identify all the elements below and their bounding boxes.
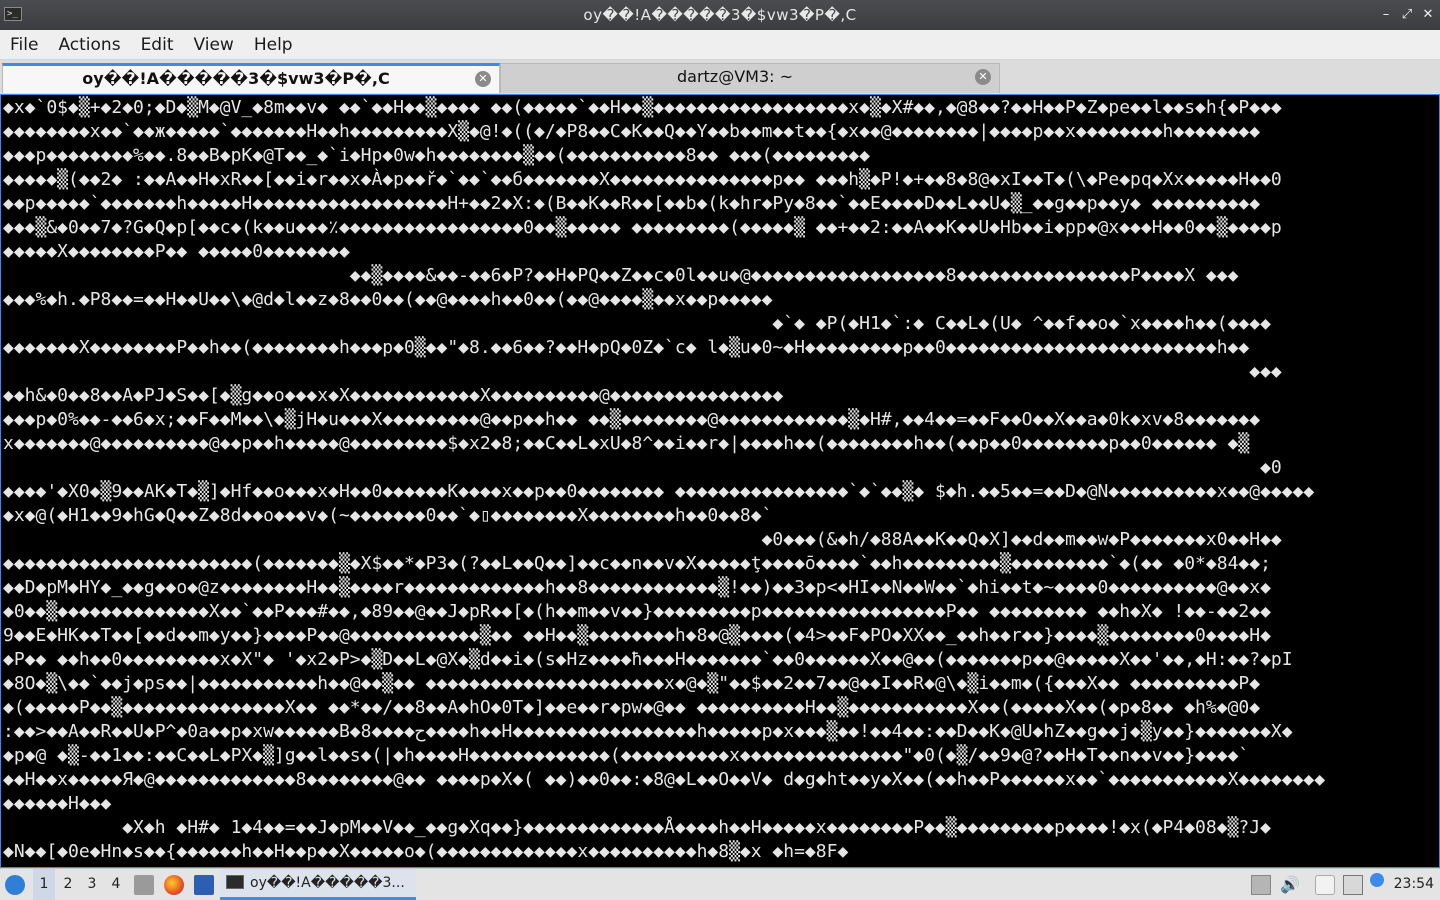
terminal-line: ◆◆◆	[3, 361, 1282, 382]
terminal-line: ◆◆◆p◆◆◆◆◆◆◆◆%◆◆.8◆◆B◆pK◆@T◆◆_◆`i◆Hp◆0w◆h…	[3, 145, 870, 166]
terminal-line: ◆0◆◆▒◆◆◆◆◆◆◆◆◆◆◆◆◆◆X◆◆`◆◆P◆◆◆#◆◆,◆89◆◆@◆…	[3, 601, 1271, 622]
terminal-line: ◆◆H◆◆x◆◆◆◆◆Я◆@◆◆◆◆◆◆◆◆◆◆◆◆◆8◆◆◆◆◆◆◆◆@◆◆ …	[3, 769, 1326, 790]
terminal-line: ◆◆◆◆◆▒(◆◆2◆ :◆◆A◆◆H◆xR◆◆[◆◆i◆r◆◆x◆À◆p◆◆ř…	[3, 169, 1282, 190]
task-label: oy��!A�����3...	[250, 875, 405, 891]
terminal-line: ◆◆h&◆0◆◆8◆◆A◆PJ◆S◆◆[◆▒g◆◆o◆◆◆x◆X◆◆◆◆◆◆◆◆…	[3, 385, 784, 406]
file-manager-icon[interactable]	[134, 875, 154, 895]
start-menu-icon[interactable]	[5, 875, 25, 895]
terminal-line: ◆0◆◆◆(&◆h/◆88A◆◆K◆◆Q◆X]◆◆d◆◆m◆◆w◆P◆◆◆◆◆◆…	[3, 529, 1282, 550]
terminal-line: :◆◆>◆◆A◆◆R◆◆U◆P^◆0a◆◆p◆xw◆◆◆◆◆◆B◆8◆◆◆◆ح◆…	[3, 721, 1293, 742]
terminal-line: ◆(◆◆◆◆◆P◆◆▒◆◆◆◆◆◆◆◆◆◆◆◆◆◆◆X◆◆ ◆◆*◆◆/◆◆8◆…	[3, 697, 1261, 718]
terminal-line: ◆◆p◆◆◆◆◆`◆◆◆◆◆◆◆h◆◆◆◆◆H◆◆◆◆◆◆◆◆◆◆◆◆◆◆◆◆◆…	[3, 193, 1261, 214]
terminal-line: ◆◆D◆pM◆HY◆_◆◆g◆◆o◆@z◆◆◆◆◆◆◆◆H◆◆▒◆◆◆◆r◆◆◆…	[3, 577, 1271, 598]
terminal-line: 9◆◆E◆HK◆◆T◆◆[◆◆d◆◆m◆y◆◆}◆◆◆◆P◆◆@◆◆◆◆◆◆◆◆…	[3, 625, 1271, 646]
menu-actions[interactable]: Actions	[48, 30, 130, 60]
terminal-line: ◆◆◆◆'◆X0◆▒9◆◆AK◆T◆▒]◆Hf◆◆o◆◆◆x◆H◆◆0◆◆◆◆◆…	[3, 481, 1315, 502]
minimize-button[interactable]: –	[1376, 5, 1396, 25]
maximize-button[interactable]: ⤢	[1397, 5, 1417, 25]
task-terminal-window[interactable]: oy��!A�����3...	[220, 869, 416, 900]
terminal-line: ◆8O◆▒\◆◆`◆◆j◆ps◆◆|◆◆◆◆◆◆◆◆◆◆◆h◆◆@◆◆▒◆◆ ◆…	[3, 673, 1261, 694]
notes-icon[interactable]	[1315, 875, 1335, 895]
menu-file[interactable]: File	[0, 30, 48, 60]
terminal-line: ◆p◆@ ◆▒-◆◆1◆◆:◆◆C◆◆L◆PX◆▒]g◆◆l◆◆s◆(|◆h◆◆…	[3, 745, 1250, 766]
tab-current-terminal[interactable]: oy��!A�����3�$vw3�P�,C ✕	[2, 63, 500, 93]
menu-help[interactable]: Help	[244, 30, 303, 60]
firefox-icon[interactable]	[164, 875, 184, 895]
terminal-line: x◆◆◆◆◆◆◆@◆◆◆◆◆◆◆◆◆◆@◆◆p◆◆h◆◆◆◆◆@◆◆◆◆◆◆◆◆…	[3, 433, 1250, 454]
taskbar: 1 2 3 4 oy��!A�����3... 🔊 23:54	[0, 868, 1440, 900]
terminal-line: ◆◆◆◆◆◆H◆◆◆	[3, 793, 112, 814]
close-window-button[interactable]: ✕	[1418, 5, 1438, 25]
tab-close-icon[interactable]: ✕	[975, 69, 991, 85]
terminal-line: ◆P◆◆ ◆◆h◆◆0◆◆◆◆◆◆◆◆◆x◆X"◆ '◆x2◆P>◆▒D◆◆L◆…	[3, 649, 1293, 670]
volume-icon[interactable]: 🔊	[1280, 875, 1300, 895]
terminal-line: ◆x◆@(◆H1◆◆9◆hG◆Q◆◆Z◆8d◆◆o◆◆◆v◆(~◆◆◆◆◆◆◆0…	[3, 505, 773, 526]
tab-dartz-vm3[interactable]: dartz@VM3: ~ ✕	[500, 63, 1000, 93]
workspace-3[interactable]: 3	[81, 869, 103, 900]
terminal-line: ◆◆◆◆◆◆◆X◆◆◆◆◆◆◆◆P◆◆h◆◆(◆◆◆◆◆◆◆◆h◆◆◆p◆0▒◆…	[3, 337, 1250, 358]
terminal-line: ◆◆◆◆◆◆◆◆◆◆◆◆◆◆◆◆◆◆◆◆◆◆◆(◆◆◆◆◆◆◆▒◆X$◆◆*◆P…	[3, 553, 1271, 574]
workspace-4[interactable]: 4	[105, 869, 127, 900]
terminal-line: ◆◆◆p◆0%◆◆-◆◆6◆x;◆◆F◆◆M◆◆\◆▒jH◆u◆◆◆X◆◆◆◆◆…	[3, 409, 1261, 430]
clipboard-icon[interactable]	[1251, 875, 1271, 895]
terminal-line: ◆◆◆◆◆X◆◆◆◆◆◆◆◆P◆◆ ◆◆◆◆◆0◆◆◆◆◆◆◆◆	[3, 241, 350, 262]
workspace-1[interactable]: 1	[33, 869, 55, 900]
info-badge-icon[interactable]	[1370, 873, 1384, 887]
tab-bar: oy��!A�����3�$vw3�P�,C ✕ dartz@VM3: ~ ✕	[0, 60, 1440, 94]
terminal-line: ◆x◆`0$◆▒+◆2◆0;◆D◆▒M◆@V_◆8m◆◆v◆ ◆◆`◆◆H◆◆▒…	[3, 97, 1282, 118]
terminal-line: ◆◆▒◆◆◆◆&◆◆-◆◆6◆P?◆◆H◆PQ◆◆Z◆◆c◆0l◆◆u◆@◆◆◆…	[3, 265, 1239, 286]
network-icon[interactable]	[1343, 875, 1363, 895]
window-titlebar[interactable]: >_ oy��!A�����3�$vw3�P�,C – ⤢ ✕	[0, 0, 1440, 30]
terminal-line: ◆0	[3, 457, 1282, 478]
clock: 23:54	[1393, 876, 1434, 892]
terminal-line: ◆◆◆%◆h.◆P8◆◆=◆◆H◆◆U◆◆\◆@d◆l◆◆z◆8◆◆0◆◆(◆◆…	[3, 289, 773, 310]
terminal-line: ◆`◆ ◆P(◆H1◆`:◆ C◆◆L◆(U◆ ^◆◆f◆◆o◆`x◆◆◆◆h◆…	[3, 313, 1271, 334]
terminal-task-icon	[226, 875, 244, 889]
menu-bar: File Actions Edit View Help	[0, 30, 1440, 60]
desktop-icon[interactable]	[194, 875, 214, 895]
terminal-output[interactable]: ◆x◆`0$◆▒+◆2◆0;◆D◆▒M◆@V_◆8m◆◆v◆ ◆◆`◆◆H◆◆▒…	[0, 94, 1440, 868]
tab-label: dartz@VM3: ~	[676, 67, 794, 86]
terminal-line: ◆X◆h ◆H#◆ 1◆4◆◆=◆◆J◆pM◆◆V◆◆_◆◆g◆Xq◆◆}◆◆◆…	[3, 817, 1271, 838]
tab-label: oy��!A�����3�$vw3�P�,C	[82, 69, 390, 88]
tab-close-icon[interactable]: ✕	[475, 71, 491, 87]
terminal-line: ◆◆◆◆◆◆◆◆x◆◆`◆◆ж◆◆◆◆◆`◆◆◆◆◆◆◆H◆◆h◆◆◆◆◆◆◆◆…	[3, 121, 1261, 142]
window-title: oy��!A�����3�$vw3�P�,C	[583, 6, 857, 24]
terminal-line: ◆N◆◆[◆0e◆Hn◆s◆◆{◆◆◆◆◆◆h◆◆H◆◆p◆◆X◆◆◆◆◆o◆(…	[3, 841, 849, 862]
terminal-line: ◆◆◆▒&◆0◆◆7◆?G◆Q◆p[◆◆c◆(k◆◆u◆◆◆٪◆◆◆◆◆◆◆◆◆…	[3, 217, 1282, 238]
menu-edit[interactable]: Edit	[131, 30, 184, 60]
menu-view[interactable]: View	[183, 30, 243, 60]
workspace-2[interactable]: 2	[57, 869, 79, 900]
